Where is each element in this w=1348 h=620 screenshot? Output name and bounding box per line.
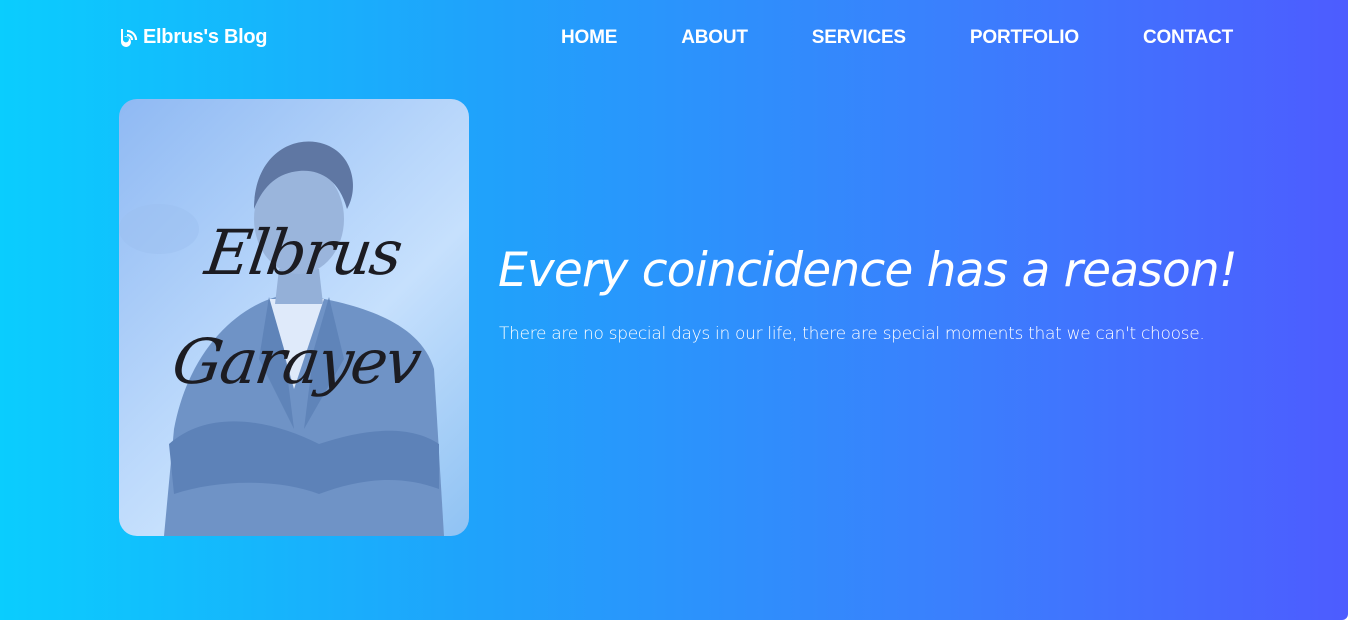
brand-name: Elbrus's Blog [143,26,268,48]
main-nav: HOME ABOUT SERVICES PORTFOLIO CONTACT [561,27,1233,49]
nav-item-about[interactable]: ABOUT [681,27,748,49]
profile-photo-card: Elbrus Garayev [119,99,469,536]
signature-last-name: Garayev [168,324,425,398]
signature-first-name: Elbrus [200,216,406,289]
hero-subline: There are no special days in our life, t… [499,324,1205,344]
hero-headline: Every coincidence has a reason! [498,243,1238,298]
nav-item-services[interactable]: SERVICES [812,27,906,49]
photo-signature: Elbrus Garayev [119,99,469,536]
blog-logo-icon [121,28,138,47]
nav-item-home[interactable]: HOME [561,27,617,49]
brand-logo-link[interactable]: Elbrus's Blog [118,26,268,49]
nav-item-portfolio[interactable]: PORTFOLIO [970,27,1079,49]
hero-section: Elbrus's Blog HOME ABOUT SERVICES PORTFO… [0,0,1348,620]
nav-item-contact[interactable]: CONTACT [1143,27,1233,49]
